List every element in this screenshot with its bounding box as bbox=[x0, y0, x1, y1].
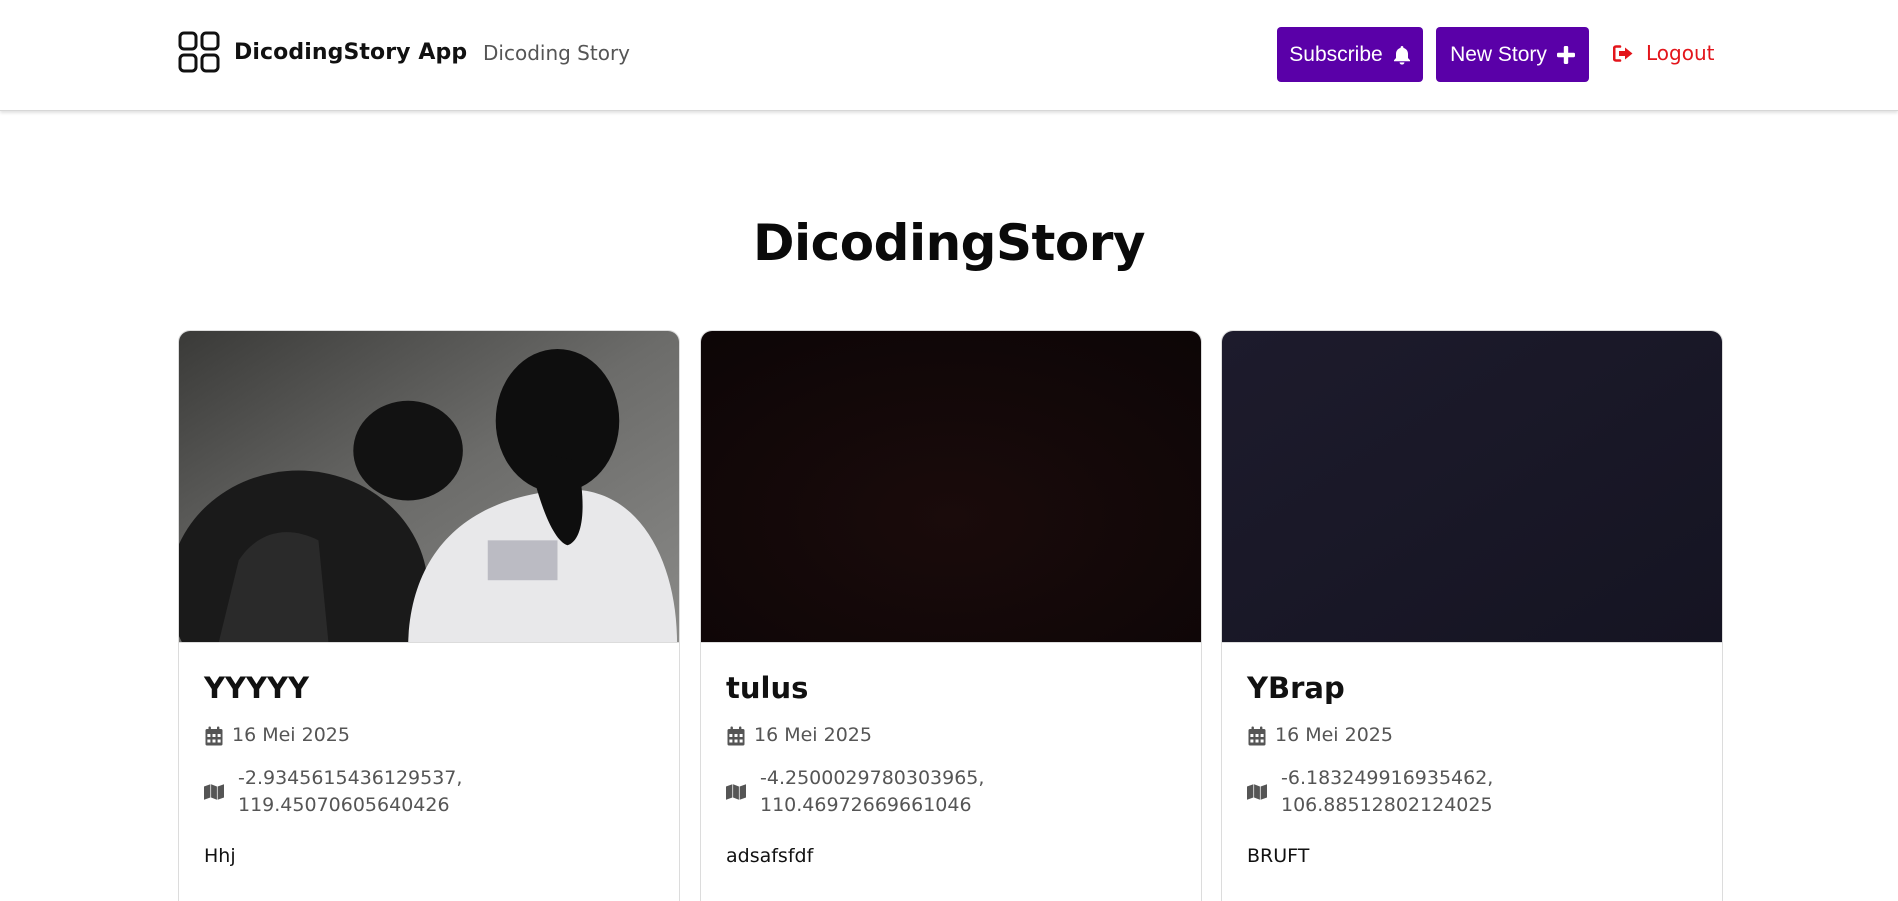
story-date-text: 16 Mei 2025 bbox=[232, 724, 350, 746]
story-date: 16 Mei 2025 bbox=[726, 722, 872, 749]
story-name: tulus bbox=[726, 671, 809, 705]
page-title: DicodingStory bbox=[753, 214, 1145, 272]
map-icon bbox=[726, 783, 746, 801]
story-description: adsafsfdf bbox=[726, 845, 814, 867]
sign-out-icon bbox=[1613, 44, 1633, 62]
navbar: DicodingStory App Dicoding Story Subscri… bbox=[0, 0, 1898, 111]
grid-icon bbox=[178, 31, 220, 73]
nav-link-dicoding-story[interactable]: Dicoding Story bbox=[483, 41, 630, 65]
story-location-line1: -2.9345615436129537, bbox=[238, 767, 463, 789]
story-image bbox=[701, 331, 1201, 643]
story-location-line1: -4.2500029780303965, bbox=[760, 767, 985, 789]
brand-link[interactable]: DicodingStory App bbox=[178, 31, 467, 73]
story-location-line2: 106.88512802124025 bbox=[1281, 794, 1493, 816]
story-date-text: 16 Mei 2025 bbox=[754, 724, 872, 746]
calendar-icon bbox=[1247, 726, 1267, 746]
logout-label: Logout bbox=[1646, 41, 1715, 65]
subscribe-label: Subscribe bbox=[1289, 42, 1383, 66]
calendar-icon bbox=[204, 726, 224, 746]
story-date-text: 16 Mei 2025 bbox=[1275, 724, 1393, 746]
story-location-line2: 110.46972669661046 bbox=[760, 794, 972, 816]
bell-icon bbox=[1393, 45, 1410, 65]
calendar-icon bbox=[726, 726, 746, 746]
plus-icon bbox=[1556, 45, 1575, 64]
story-location-line1: -6.183249916935462, bbox=[1281, 767, 1494, 789]
story-image bbox=[179, 331, 679, 643]
story-name: YYYYY bbox=[204, 671, 309, 705]
story-card[interactable]: YBrap 16 Mei 2025 -6.183249916935462, 10… bbox=[1221, 330, 1723, 901]
story-date: 16 Mei 2025 bbox=[1247, 722, 1393, 749]
story-date: 16 Mei 2025 bbox=[204, 722, 350, 749]
story-image bbox=[1222, 331, 1722, 643]
logout-link[interactable]: Logout bbox=[1613, 41, 1714, 65]
story-card[interactable]: YYYYY 16 Mei 2025 -2.9345615436129537, 1… bbox=[178, 330, 680, 901]
new-story-label: New Story bbox=[1450, 42, 1547, 66]
story-location-line2: 119.45070605640426 bbox=[238, 794, 450, 816]
brand-name: DicodingStory App bbox=[234, 39, 468, 65]
subscribe-button[interactable]: Subscribe bbox=[1277, 27, 1423, 82]
story-location: -6.183249916935462, 106.88512802124025 bbox=[1247, 765, 1493, 819]
new-story-button[interactable]: New Story bbox=[1436, 27, 1589, 82]
story-description: BRUFT bbox=[1247, 845, 1310, 867]
map-icon bbox=[1247, 783, 1267, 801]
story-description: Hhj bbox=[204, 845, 236, 867]
story-name: YBrap bbox=[1247, 671, 1345, 705]
story-card[interactable]: tulus 16 Mei 2025 -4.2500029780303965, 1… bbox=[700, 330, 1202, 901]
story-location: -2.9345615436129537, 119.45070605640426 bbox=[204, 765, 462, 819]
story-location: -4.2500029780303965, 110.46972669661046 bbox=[726, 765, 984, 819]
map-icon bbox=[204, 783, 224, 801]
